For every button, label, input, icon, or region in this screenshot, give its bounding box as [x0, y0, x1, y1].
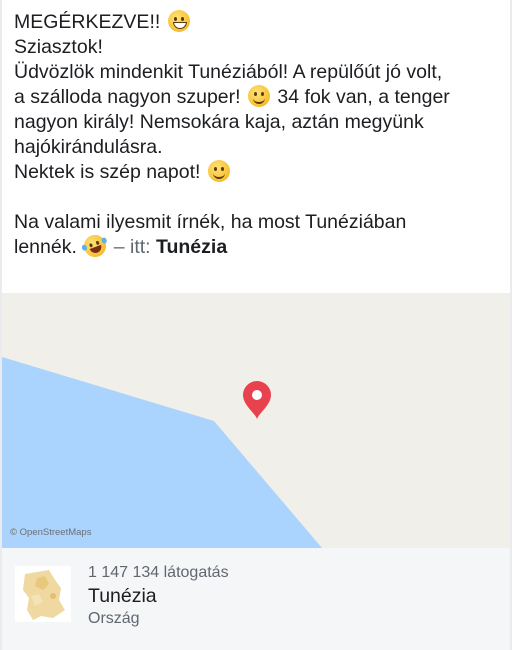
post-line: nagyon király! Nemsokára kaja, aztán meg…: [14, 111, 424, 133]
place-card[interactable]: 1 147 134 látogatás Tunézia Ország: [2, 548, 510, 650]
place-link[interactable]: Tunézia: [156, 236, 227, 258]
post-line: hajókirándulásra.: [14, 136, 163, 158]
place-type: Ország: [88, 610, 140, 627]
post-headline: MEGÉRKEZVE!!: [14, 11, 161, 33]
post-line: a szálloda nagyon szuper! 34 fok van, a …: [14, 85, 450, 108]
map-canvas: [2, 293, 510, 548]
post-line: MEGÉRKEZVE!!: [14, 10, 504, 35]
country-map-thumbnail: [15, 566, 71, 622]
post-card: MEGÉRKEZVE!! Sziasztok! Üdvözlök mindenk…: [2, 0, 510, 650]
rolling-laughing-face-icon: [81, 231, 110, 261]
grinning-face-icon: [167, 10, 190, 32]
post-line: Na valami ilyesmit írnék, ha most Tunézi…: [14, 211, 407, 233]
post-line: Üdvözlök mindenkit Tunéziából! A repülőú…: [14, 61, 443, 83]
place-name[interactable]: Tunézia: [88, 585, 157, 608]
visit-count: 1 147 134 látogatás: [88, 564, 229, 581]
place-thumbnail[interactable]: [15, 566, 71, 622]
post-line: Sziasztok!: [14, 36, 103, 58]
post-line: lennék. – itt: Tunézia: [14, 231, 504, 261]
location-map[interactable]: © OpenStreetMaps: [2, 293, 510, 548]
smiling-face-icon: [248, 85, 270, 107]
location-prefix: – itt:: [113, 236, 151, 258]
smiling-face-icon: [207, 160, 230, 182]
map-attribution: © OpenStreetMaps: [10, 527, 92, 538]
post-body: MEGÉRKEZVE!! Sziasztok! Üdvözlök mindenk…: [14, 10, 504, 261]
post-line: Nektek is szép napot!: [14, 160, 504, 185]
